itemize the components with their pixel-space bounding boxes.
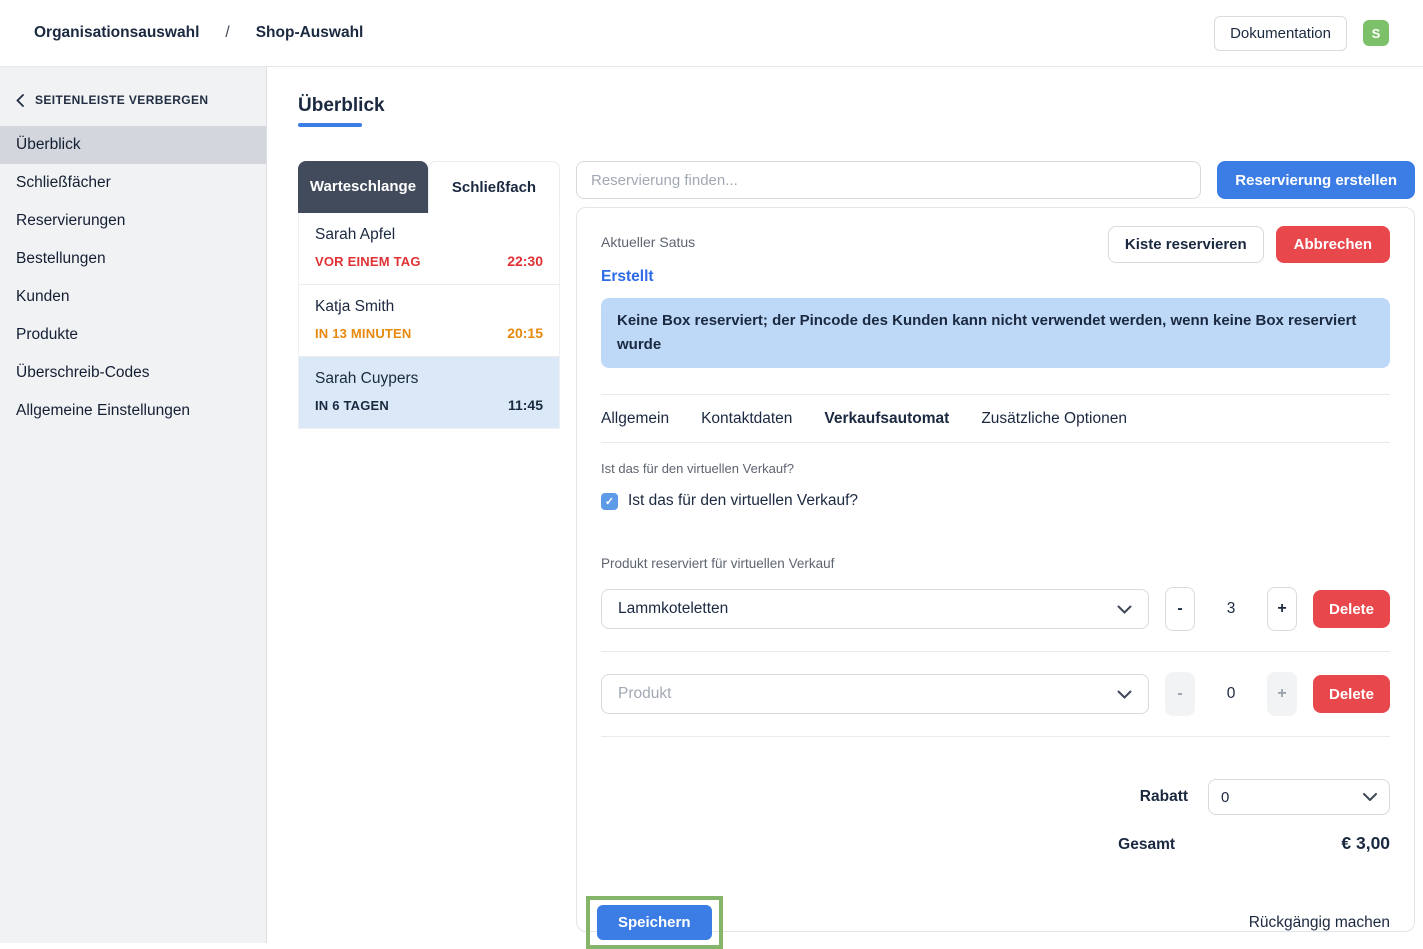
reservation-panel: Reservierung erstellen Aktueller Satus K…: [576, 161, 1415, 932]
quantity-decrease-button[interactable]: -: [1165, 672, 1195, 716]
breadcrumb-organisationsauswahl[interactable]: Organisationsauswahl: [34, 24, 199, 42]
documentation-button[interactable]: Dokumentation: [1214, 16, 1347, 51]
reservation-card: Aktueller Satus Kiste reservieren Abbrec…: [576, 207, 1415, 932]
main-content: Überblick Warteschlange Schließfach Sara…: [267, 67, 1423, 943]
status-value-link[interactable]: Erstellt: [601, 268, 1390, 286]
sidebar-item-allgemeine-einstellungen[interactable]: Allgemeine Einstellungen: [0, 392, 266, 430]
sidebar-item-ueberblick[interactable]: Überblick: [0, 126, 266, 164]
user-avatar[interactable]: S: [1363, 20, 1389, 46]
save-button[interactable]: Speichern: [597, 905, 712, 940]
reserve-box-button[interactable]: Kiste reservieren: [1108, 226, 1264, 263]
breadcrumb-separator: /: [225, 24, 229, 42]
delete-product-button[interactable]: Delete: [1313, 590, 1390, 628]
products-section-label: Produkt reserviert für virtuellen Verkau…: [601, 556, 1390, 571]
product-select[interactable]: Produkt: [601, 674, 1149, 714]
virtual-sale-group-label: Ist das für den virtuellen Verkauf?: [601, 461, 1390, 476]
queue-entry-time: 20:15: [507, 325, 543, 341]
chevron-down-icon: [1363, 793, 1377, 801]
queue-list: Sarah Apfel VOR EINEM TAG 22:30 Katja Sm…: [298, 213, 560, 429]
sidebar-item-schliessfaecher[interactable]: Schließfächer: [0, 164, 266, 202]
product-select-placeholder: Produkt: [618, 685, 671, 703]
queue-entry-name: Sarah Cuypers: [315, 370, 543, 388]
sidebar: SEITENLEISTE VERBERGEN Überblick Schließ…: [0, 67, 267, 943]
sidebar-item-reservierungen[interactable]: Reservierungen: [0, 202, 266, 240]
sidebar-item-kunden[interactable]: Kunden: [0, 278, 266, 316]
title-underline: [298, 123, 362, 127]
breadcrumb-shop-auswahl[interactable]: Shop-Auswahl: [256, 24, 364, 42]
total-label: Gesamt: [1118, 836, 1175, 854]
product-select-value: Lammkoteletten: [618, 600, 728, 618]
create-reservation-button[interactable]: Reservierung erstellen: [1217, 161, 1415, 199]
discount-select[interactable]: 0: [1208, 779, 1390, 815]
quantity-value: 0: [1195, 685, 1267, 703]
chevron-down-icon: [1117, 690, 1132, 699]
reservation-search-input[interactable]: [576, 161, 1201, 199]
queue-panel: Warteschlange Schließfach Sarah Apfel VO…: [298, 161, 560, 429]
detail-tabs: Allgemein Kontaktdaten Verkaufsautomat Z…: [601, 394, 1390, 443]
sidebar-nav: Überblick Schließfächer Reservierungen B…: [0, 126, 266, 430]
queue-entry-due: IN 6 TAGEN: [315, 398, 389, 413]
discount-label: Rabatt: [1140, 788, 1188, 806]
breadcrumb: Organisationsauswahl / Shop-Auswahl: [34, 24, 363, 42]
tab-verkaufsautomat[interactable]: Verkaufsautomat: [824, 410, 949, 428]
tab-schliessfach[interactable]: Schließfach: [428, 161, 560, 213]
queue-entry-katja-smith[interactable]: Katja Smith IN 13 MINUTEN 20:15: [299, 285, 559, 357]
quantity-stepper: - 3 +: [1165, 587, 1297, 631]
tab-zusaetzliche-optionen[interactable]: Zusätzliche Optionen: [981, 410, 1127, 428]
queue-entry-sarah-apfel[interactable]: Sarah Apfel VOR EINEM TAG 22:30: [299, 213, 559, 285]
chevron-left-icon: [16, 94, 24, 107]
quantity-decrease-button[interactable]: -: [1165, 587, 1195, 631]
sidebar-item-produkte[interactable]: Produkte: [0, 316, 266, 354]
undo-button[interactable]: Rückgängig machen: [1249, 914, 1390, 932]
quantity-value: 3: [1195, 600, 1267, 618]
quantity-increase-button[interactable]: +: [1267, 587, 1297, 631]
row-divider: [601, 651, 1390, 652]
queue-entry-due: IN 13 MINUTEN: [315, 326, 412, 341]
tab-kontaktdaten[interactable]: Kontaktdaten: [701, 410, 792, 428]
product-row: Produkt - 0 + Delete: [601, 672, 1390, 716]
sidebar-item-bestellungen[interactable]: Bestellungen: [0, 240, 266, 278]
tab-allgemein[interactable]: Allgemein: [601, 410, 669, 428]
queue-entry-name: Katja Smith: [315, 298, 543, 316]
delete-product-button[interactable]: Delete: [1313, 675, 1390, 713]
queue-entry-time: 22:30: [507, 253, 543, 269]
virtual-sale-checkbox[interactable]: [601, 493, 618, 510]
quantity-increase-button[interactable]: +: [1267, 672, 1297, 716]
collapse-sidebar-button[interactable]: SEITENLEISTE VERBERGEN: [0, 67, 266, 126]
virtual-sale-checkbox-label: Ist das für den virtuellen Verkauf?: [628, 492, 858, 510]
tab-warteschlange[interactable]: Warteschlange: [298, 161, 428, 213]
total-value: € 3,00: [1175, 833, 1390, 854]
product-row: Lammkoteletten - 3 + Delete: [601, 587, 1390, 631]
current-status-label: Aktueller Satus: [601, 226, 695, 250]
topbar-actions: Dokumentation S: [1214, 16, 1389, 51]
chevron-down-icon: [1117, 605, 1132, 614]
product-select[interactable]: Lammkoteletten: [601, 589, 1149, 629]
info-message: Keine Box reserviert; der Pincode des Ku…: [601, 298, 1390, 368]
save-button-highlight: Speichern: [586, 896, 723, 949]
top-bar: Organisationsauswahl / Shop-Auswahl Doku…: [0, 0, 1423, 67]
queue-tabs: Warteschlange Schließfach: [298, 161, 560, 213]
sidebar-item-ueberschreib-codes[interactable]: Überschreib-Codes: [0, 354, 266, 392]
page-title: Überblick: [298, 95, 1415, 117]
queue-entry-time: 11:45: [508, 397, 543, 413]
quantity-stepper: - 0 +: [1165, 672, 1297, 716]
row-divider: [601, 736, 1390, 737]
collapse-sidebar-label: SEITENLEISTE VERBERGEN: [35, 93, 209, 107]
discount-value: 0: [1221, 789, 1229, 806]
queue-entry-due: VOR EINEM TAG: [315, 254, 421, 269]
queue-entry-name: Sarah Apfel: [315, 226, 543, 244]
queue-entry-sarah-cuypers[interactable]: Sarah Cuypers IN 6 TAGEN 11:45: [299, 357, 559, 428]
cancel-button[interactable]: Abbrechen: [1276, 226, 1390, 263]
